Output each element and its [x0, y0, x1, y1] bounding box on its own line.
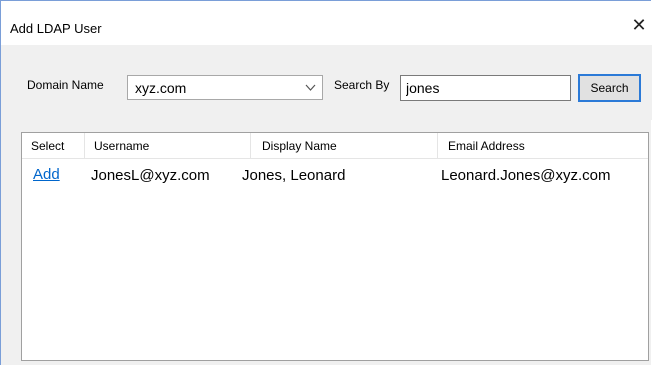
column-header-username[interactable]: Username	[94, 139, 149, 153]
username-cell: JonesL@xyz.com	[91, 167, 210, 184]
add-ldap-user-dialog: Add LDAP User ✕ Domain Name xyz.com Sear…	[0, 0, 652, 365]
column-divider[interactable]	[250, 133, 251, 158]
search-button[interactable]: Search	[578, 74, 641, 102]
column-divider[interactable]	[84, 133, 85, 158]
domain-name-value: xyz.com	[135, 80, 187, 96]
close-icon[interactable]: ✕	[627, 13, 651, 37]
dialog-title: Add LDAP User	[10, 21, 102, 36]
title-bar: Add LDAP User ✕	[1, 1, 652, 45]
column-header-display-name[interactable]: Display Name	[262, 139, 337, 153]
domain-name-label: Domain Name	[27, 78, 104, 92]
email-address-cell: Leonard.Jones@xyz.com	[441, 167, 611, 184]
display-name-cell: Jones, Leonard	[242, 167, 346, 184]
column-divider[interactable]	[437, 133, 438, 158]
search-by-input[interactable]	[400, 75, 571, 101]
column-header-select[interactable]: Select	[31, 139, 64, 153]
add-user-link[interactable]: Add	[33, 166, 60, 183]
search-by-label: Search By	[334, 78, 390, 92]
domain-name-select[interactable]: xyz.com	[127, 75, 323, 100]
column-header-email-address[interactable]: Email Address	[448, 139, 525, 153]
grid-header: Select Username Display Name Email Addre…	[22, 133, 648, 159]
results-grid: Select Username Display Name Email Addre…	[21, 132, 649, 361]
chevron-down-icon	[305, 79, 316, 100]
